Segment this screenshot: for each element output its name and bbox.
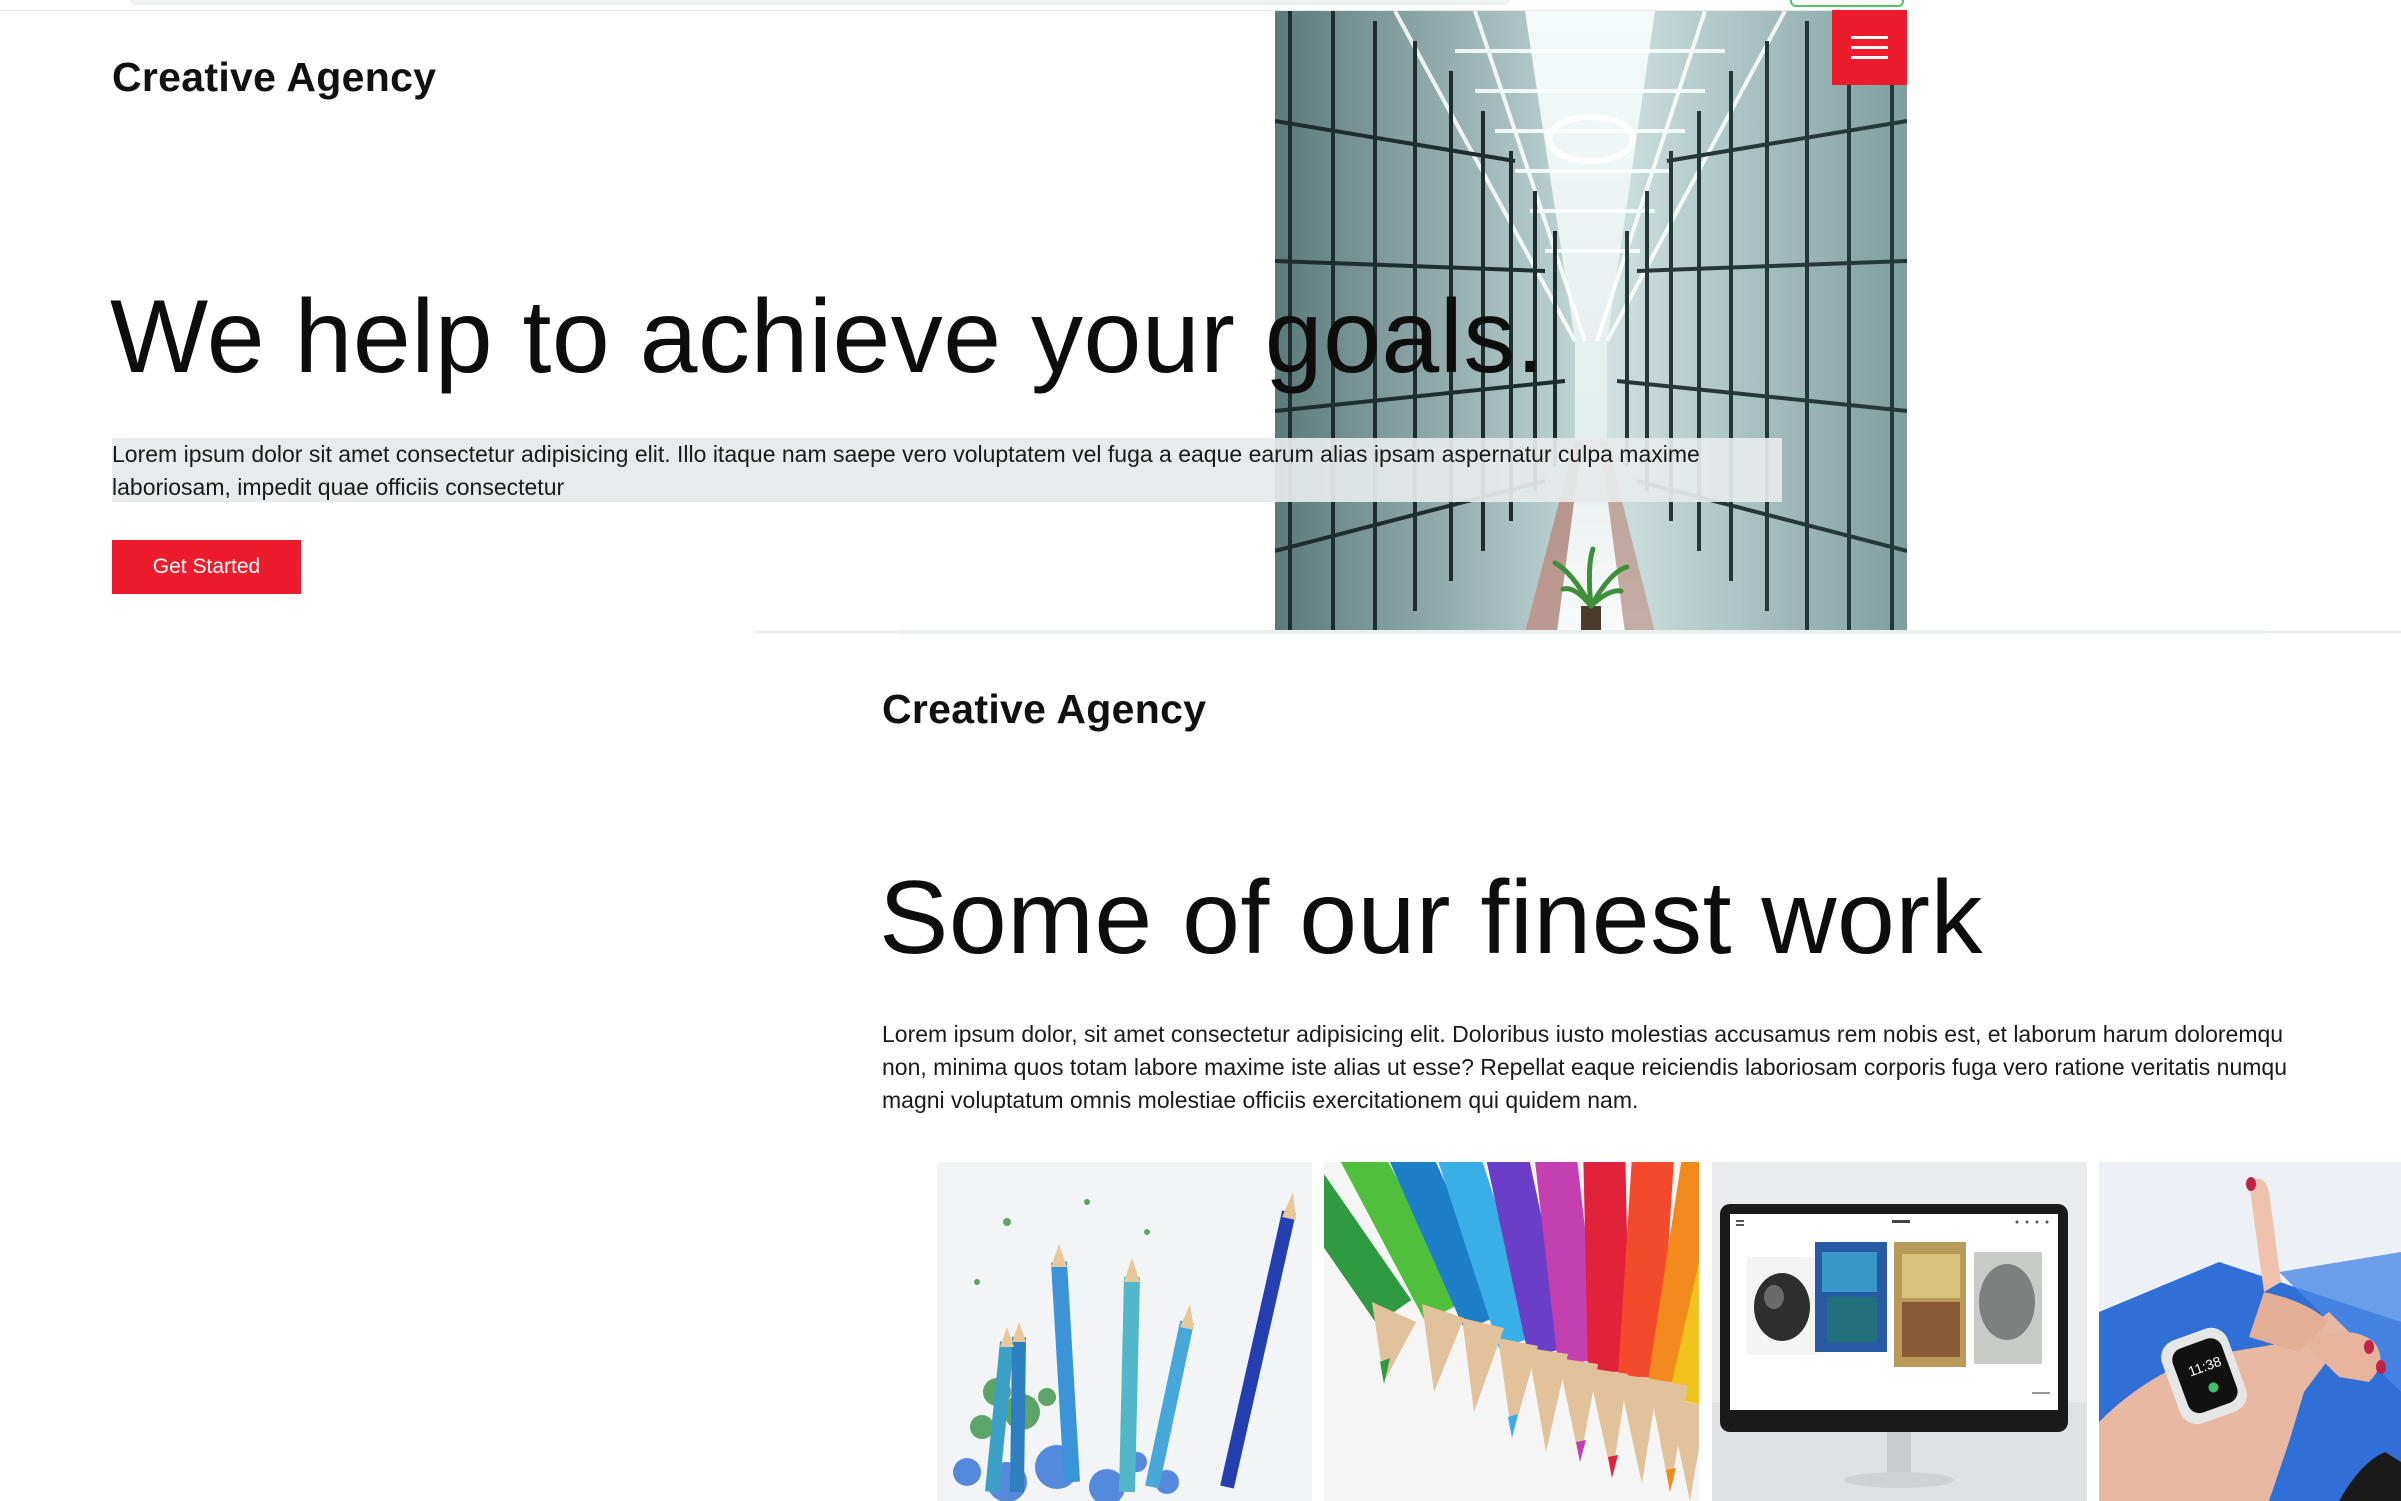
gallery-item-desktop-monitor[interactable] — [1712, 1162, 2087, 1501]
colored-pencils-image — [1324, 1162, 1699, 1501]
menu-line-bottom — [1851, 56, 1888, 59]
gallery-item-blue-pencils[interactable] — [937, 1162, 1312, 1501]
address-bar-edge — [130, 0, 1510, 5]
brand-logo-secondary[interactable]: Creative Agency — [882, 686, 1206, 733]
browser-top-edge — [0, 0, 1908, 11]
work-lead-line: magni voluptatum omnis molestiae officii… — [882, 1087, 1639, 1113]
menu-line-top — [1851, 36, 1888, 39]
gallery-item-smartwatch[interactable]: 11:38 — [2099, 1162, 2401, 1501]
desktop-monitor-gallery-image — [1712, 1162, 2087, 1501]
work-lead-text: Lorem ipsum dolor, sit amet consectetur … — [882, 1018, 2401, 1117]
menu-line-middle — [1851, 46, 1888, 49]
work-section-scrollbar[interactable] — [900, 630, 2266, 634]
smartwatch-wrist-image: 11:38 — [2099, 1162, 2401, 1501]
get-started-button[interactable]: Get Started — [112, 540, 301, 594]
browser-button-edge — [1790, 0, 1904, 7]
work-headline: Some of our finest work — [879, 860, 1983, 976]
work-lead-line: Lorem ipsum dolor, sit amet consectetur … — [882, 1021, 2284, 1047]
gallery-item-colored-pencils[interactable] — [1324, 1162, 1699, 1501]
page-canvas: Creative Agency We help to achieve your … — [0, 0, 2401, 1501]
work-lead-line: non, minima quos totam labore maxime ist… — [882, 1054, 2287, 1080]
hero-headline: We help to achieve your goals. — [110, 279, 1546, 395]
hamburger-menu-icon[interactable] — [1832, 10, 1907, 85]
hero-lead-text: Lorem ipsum dolor sit amet consectetur a… — [112, 438, 1782, 502]
blue-pencils-shavings-image — [937, 1162, 1312, 1501]
brand-logo[interactable]: Creative Agency — [112, 54, 436, 101]
